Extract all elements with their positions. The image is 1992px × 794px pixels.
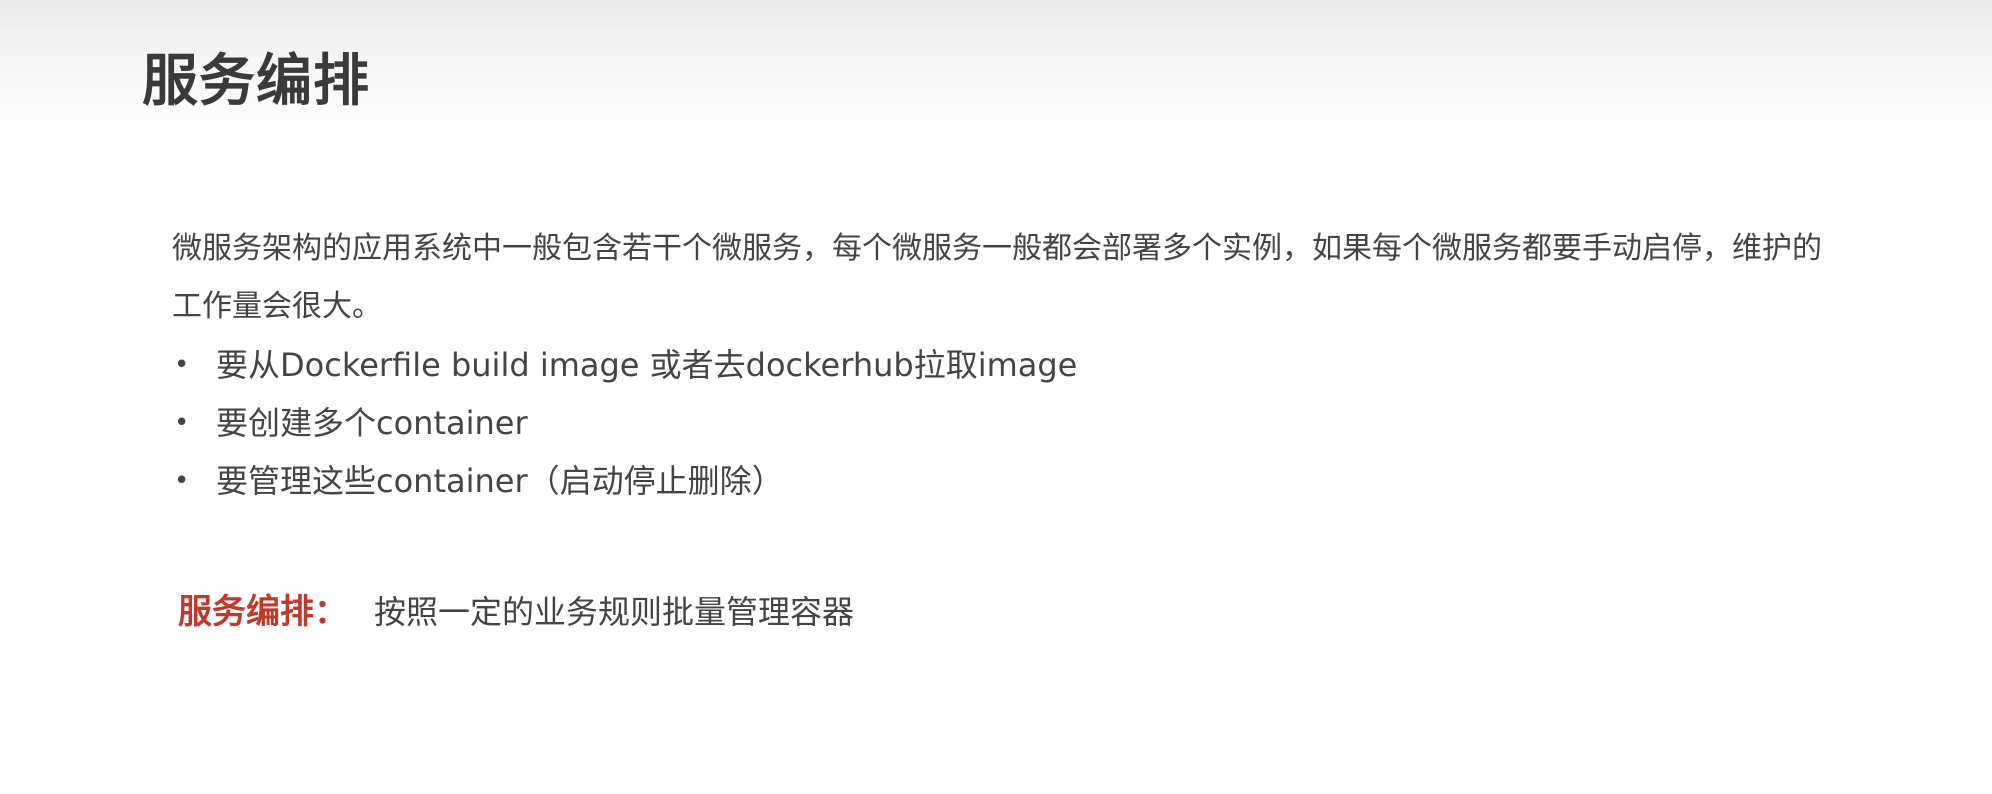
definition-text: 按照一定的业务规则批量管理容器 bbox=[374, 593, 855, 631]
definition-term: 服务编排： bbox=[178, 592, 348, 632]
definition-line: 服务编排： 按照一定的业务规则批量管理容器 bbox=[178, 584, 854, 640]
intro-paragraph: 微服务架构的应用系统中一般包含若干个微服务，每个微服务一般都会部署多个实例，如果… bbox=[172, 231, 1822, 324]
bullet-item: • 要创建多个container bbox=[172, 394, 1832, 452]
bullet-item: • 要管理这些container（启动停止删除） bbox=[172, 452, 1832, 510]
bullet-dot-icon: • bbox=[174, 350, 190, 380]
bullet-text: 要从Dockerfile build image 或者去dockerhub拉取i… bbox=[216, 346, 1078, 384]
bullet-item: • 要从Dockerfile build image 或者去dockerhub拉… bbox=[172, 336, 1832, 394]
slide-content: 微服务架构的应用系统中一般包含若干个微服务，每个微服务一般都会部署多个实例，如果… bbox=[172, 220, 1832, 510]
bullet-dot-icon: • bbox=[174, 408, 190, 438]
bullet-text: 要管理这些container（启动停止删除） bbox=[216, 462, 784, 500]
slide: 服务编排 微服务架构的应用系统中一般包含若干个微服务，每个微服务一般都会部署多个… bbox=[0, 0, 1992, 794]
bullet-text: 要创建多个container bbox=[216, 404, 528, 442]
slide-title: 服务编排 bbox=[142, 49, 370, 114]
bullet-dot-icon: • bbox=[174, 466, 190, 496]
bullet-list: • 要从Dockerfile build image 或者去dockerhub拉… bbox=[172, 336, 1832, 510]
